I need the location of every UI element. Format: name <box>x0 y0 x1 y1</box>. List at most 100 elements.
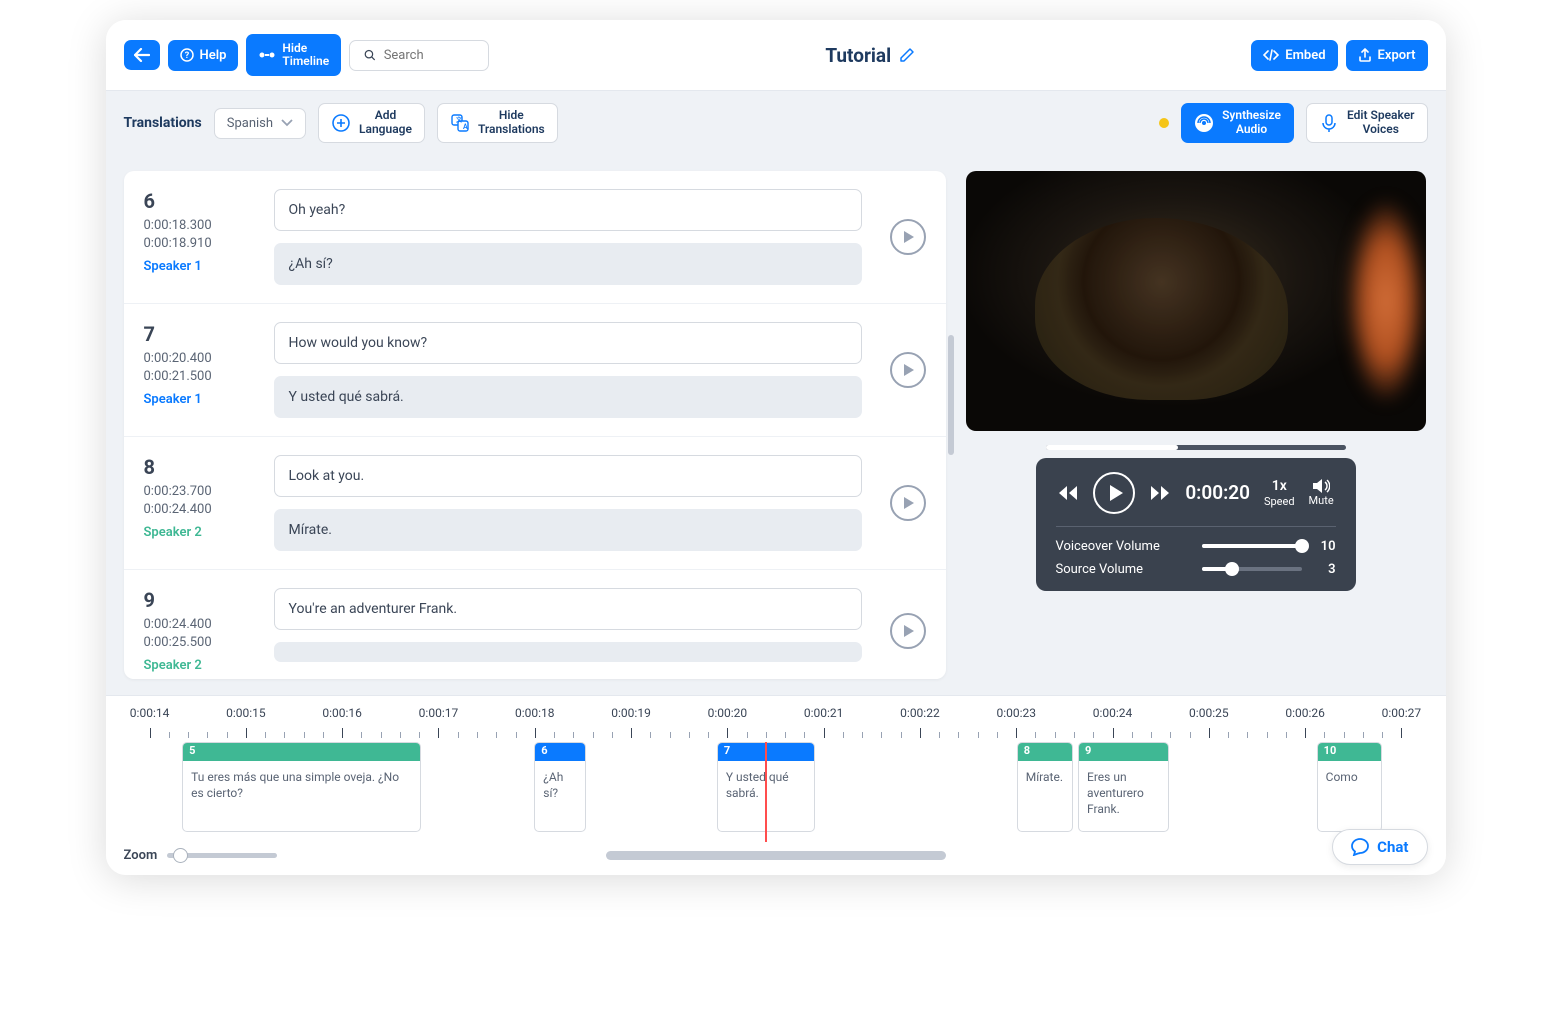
zoom-label: Zoom <box>124 848 158 863</box>
timeline-clip[interactable]: 9Eres un aventurero Frank. <box>1078 742 1169 832</box>
clip-number: 5 <box>183 743 420 761</box>
add-language-button[interactable]: Add Language <box>318 103 425 143</box>
timeline-track[interactable]: 5Tu eres más que una simple oveja. ¿No e… <box>124 742 1428 842</box>
ruler-tick-label: 0:00:26 <box>1285 706 1325 720</box>
topbar: ? Help Hide Timeline Tutorial Embed Expo… <box>106 20 1446 90</box>
translation-text-input[interactable]: ¿Ah sí? <box>274 243 862 285</box>
player-controls: 0:00:20 1xSpeed Mute Voiceover Volume 10… <box>1036 458 1356 591</box>
video-preview[interactable] <box>966 171 1426 431</box>
segment-number: 6 <box>144 189 254 213</box>
edit-speaker-voices-button[interactable]: Edit Speaker Voices <box>1306 103 1428 143</box>
timeline-clip[interactable]: 6¿Ah sí? <box>534 742 586 832</box>
plus-circle-icon <box>331 113 351 133</box>
segment-meta: 7 0:00:20.4000:00:21.500 Speaker 1 <box>144 322 254 407</box>
main-area: 6 0:00:18.3000:00:18.910 Speaker 1 Oh ye… <box>106 155 1446 695</box>
segment-row: 6 0:00:18.3000:00:18.910 Speaker 1 Oh ye… <box>124 171 946 304</box>
export-button[interactable]: Export <box>1346 40 1428 71</box>
back-button[interactable] <box>124 40 160 70</box>
search-field[interactable] <box>384 48 474 63</box>
segment-body: Oh yeah? ¿Ah sí? <box>274 189 862 285</box>
source-text-input[interactable]: Oh yeah? <box>274 189 862 231</box>
clip-text: ¿Ah sí? <box>535 761 585 809</box>
app-window: ? Help Hide Timeline Tutorial Embed Expo… <box>106 20 1446 875</box>
horizontal-scrollbar[interactable] <box>606 851 946 860</box>
segment-speaker[interactable]: Speaker 2 <box>144 525 254 540</box>
status-dot <box>1159 118 1169 128</box>
hide-timeline-label: Hide Timeline <box>282 42 329 68</box>
timeline-ruler[interactable]: 0:00:140:00:150:00:160:00:170:00:180:00:… <box>124 696 1428 738</box>
translation-text-input[interactable]: Mírate. <box>274 509 862 551</box>
preview-panel: 0:00:20 1xSpeed Mute Voiceover Volume 10… <box>956 155 1446 695</box>
embed-button[interactable]: Embed <box>1251 40 1337 71</box>
timeline-icon <box>258 48 276 62</box>
search-input[interactable] <box>349 40 489 71</box>
audio-wave-icon <box>1194 113 1214 133</box>
code-icon <box>1263 48 1279 62</box>
mute-button[interactable]: Mute <box>1309 478 1334 508</box>
timeline-footer: Zoom Chat <box>124 848 1428 863</box>
hide-translations-label: Hide Translations <box>478 109 545 137</box>
hide-translations-button[interactable]: 文A Hide Translations <box>437 103 558 143</box>
segment-time: 0:00:23.7000:00:24.400 <box>144 483 254 519</box>
translations-toolbar: Translations Spanish Add Language 文A Hid… <box>106 90 1446 155</box>
timeline-clip[interactable]: 8Mírate. <box>1017 742 1073 832</box>
source-text-input[interactable]: Look at you. <box>274 455 862 497</box>
segment-meta: 6 0:00:18.3000:00:18.910 Speaker 1 <box>144 189 254 274</box>
ruler-tick-label: 0:00:21 <box>804 706 844 720</box>
segment-list[interactable]: 6 0:00:18.3000:00:18.910 Speaker 1 Oh ye… <box>124 171 946 679</box>
timeline-clip[interactable]: 5Tu eres más que una simple oveja. ¿No e… <box>182 742 421 832</box>
voiceover-volume-slider[interactable] <box>1202 544 1302 548</box>
translation-text-input[interactable]: Y usted qué sabrá. <box>274 376 862 418</box>
source-volume-row: Source Volume 3 <box>1056 562 1336 577</box>
ruler-tick-label: 0:00:27 <box>1382 706 1422 720</box>
video-progress[interactable] <box>1046 445 1346 450</box>
ruler-tick-label: 0:00:25 <box>1189 706 1229 720</box>
rewind-button[interactable] <box>1057 485 1079 501</box>
help-button[interactable]: ? Help <box>168 40 239 71</box>
add-language-label: Add Language <box>359 109 412 137</box>
language-select[interactable]: Spanish <box>214 108 306 139</box>
timeline-clip[interactable]: 10Como <box>1317 742 1382 832</box>
chevron-down-icon <box>281 119 293 127</box>
playhead[interactable] <box>765 742 767 842</box>
segment-speaker[interactable]: Speaker 2 <box>144 658 254 673</box>
play-segment-button[interactable] <box>890 352 926 388</box>
ruler-tick-label: 0:00:17 <box>419 706 459 720</box>
svg-text:A: A <box>463 123 468 131</box>
forward-button[interactable] <box>1149 485 1171 501</box>
edit-title-icon[interactable] <box>899 47 915 63</box>
play-segment-button[interactable] <box>890 219 926 255</box>
edit-voices-label: Edit Speaker Voices <box>1347 109 1415 137</box>
segment-speaker[interactable]: Speaker 1 <box>144 259 254 274</box>
ruler-tick-label: 0:00:24 <box>1093 706 1133 720</box>
chat-button[interactable]: Chat <box>1332 829 1427 865</box>
translate-icon: 文A <box>450 113 470 133</box>
page-title: Tutorial <box>497 44 1243 67</box>
segment-meta: 9 0:00:24.4000:00:25.500 Speaker 2 <box>144 588 254 673</box>
segment-time: 0:00:24.4000:00:25.500 <box>144 616 254 652</box>
timeline: 0:00:140:00:150:00:160:00:170:00:180:00:… <box>106 695 1446 875</box>
title-text: Tutorial <box>825 44 891 67</box>
hide-timeline-button[interactable]: Hide Timeline <box>246 34 341 76</box>
zoom-slider[interactable] <box>167 853 277 858</box>
synthesize-audio-button[interactable]: Synthesize Audio <box>1181 103 1294 143</box>
chat-icon <box>1351 838 1369 856</box>
play-segment-button[interactable] <box>890 613 926 649</box>
segment-body: You're an adventurer Frank. <box>274 588 862 662</box>
source-text-input[interactable]: How would you know? <box>274 322 862 364</box>
language-value: Spanish <box>227 116 273 131</box>
speed-control[interactable]: 1xSpeed <box>1264 477 1295 509</box>
clip-text: Mírate. <box>1018 761 1072 793</box>
ruler-tick-label: 0:00:16 <box>322 706 362 720</box>
scrollbar[interactable] <box>948 335 954 455</box>
search-icon <box>364 48 376 62</box>
translation-text-input[interactable] <box>274 642 862 662</box>
play-button[interactable] <box>1093 472 1135 514</box>
voiceover-volume-label: Voiceover Volume <box>1056 539 1190 554</box>
source-text-input[interactable]: You're an adventurer Frank. <box>274 588 862 630</box>
segment-speaker[interactable]: Speaker 1 <box>144 392 254 407</box>
source-volume-slider[interactable] <box>1202 567 1302 571</box>
ruler-tick-label: 0:00:23 <box>996 706 1036 720</box>
play-segment-button[interactable] <box>890 485 926 521</box>
chat-label: Chat <box>1377 838 1408 856</box>
